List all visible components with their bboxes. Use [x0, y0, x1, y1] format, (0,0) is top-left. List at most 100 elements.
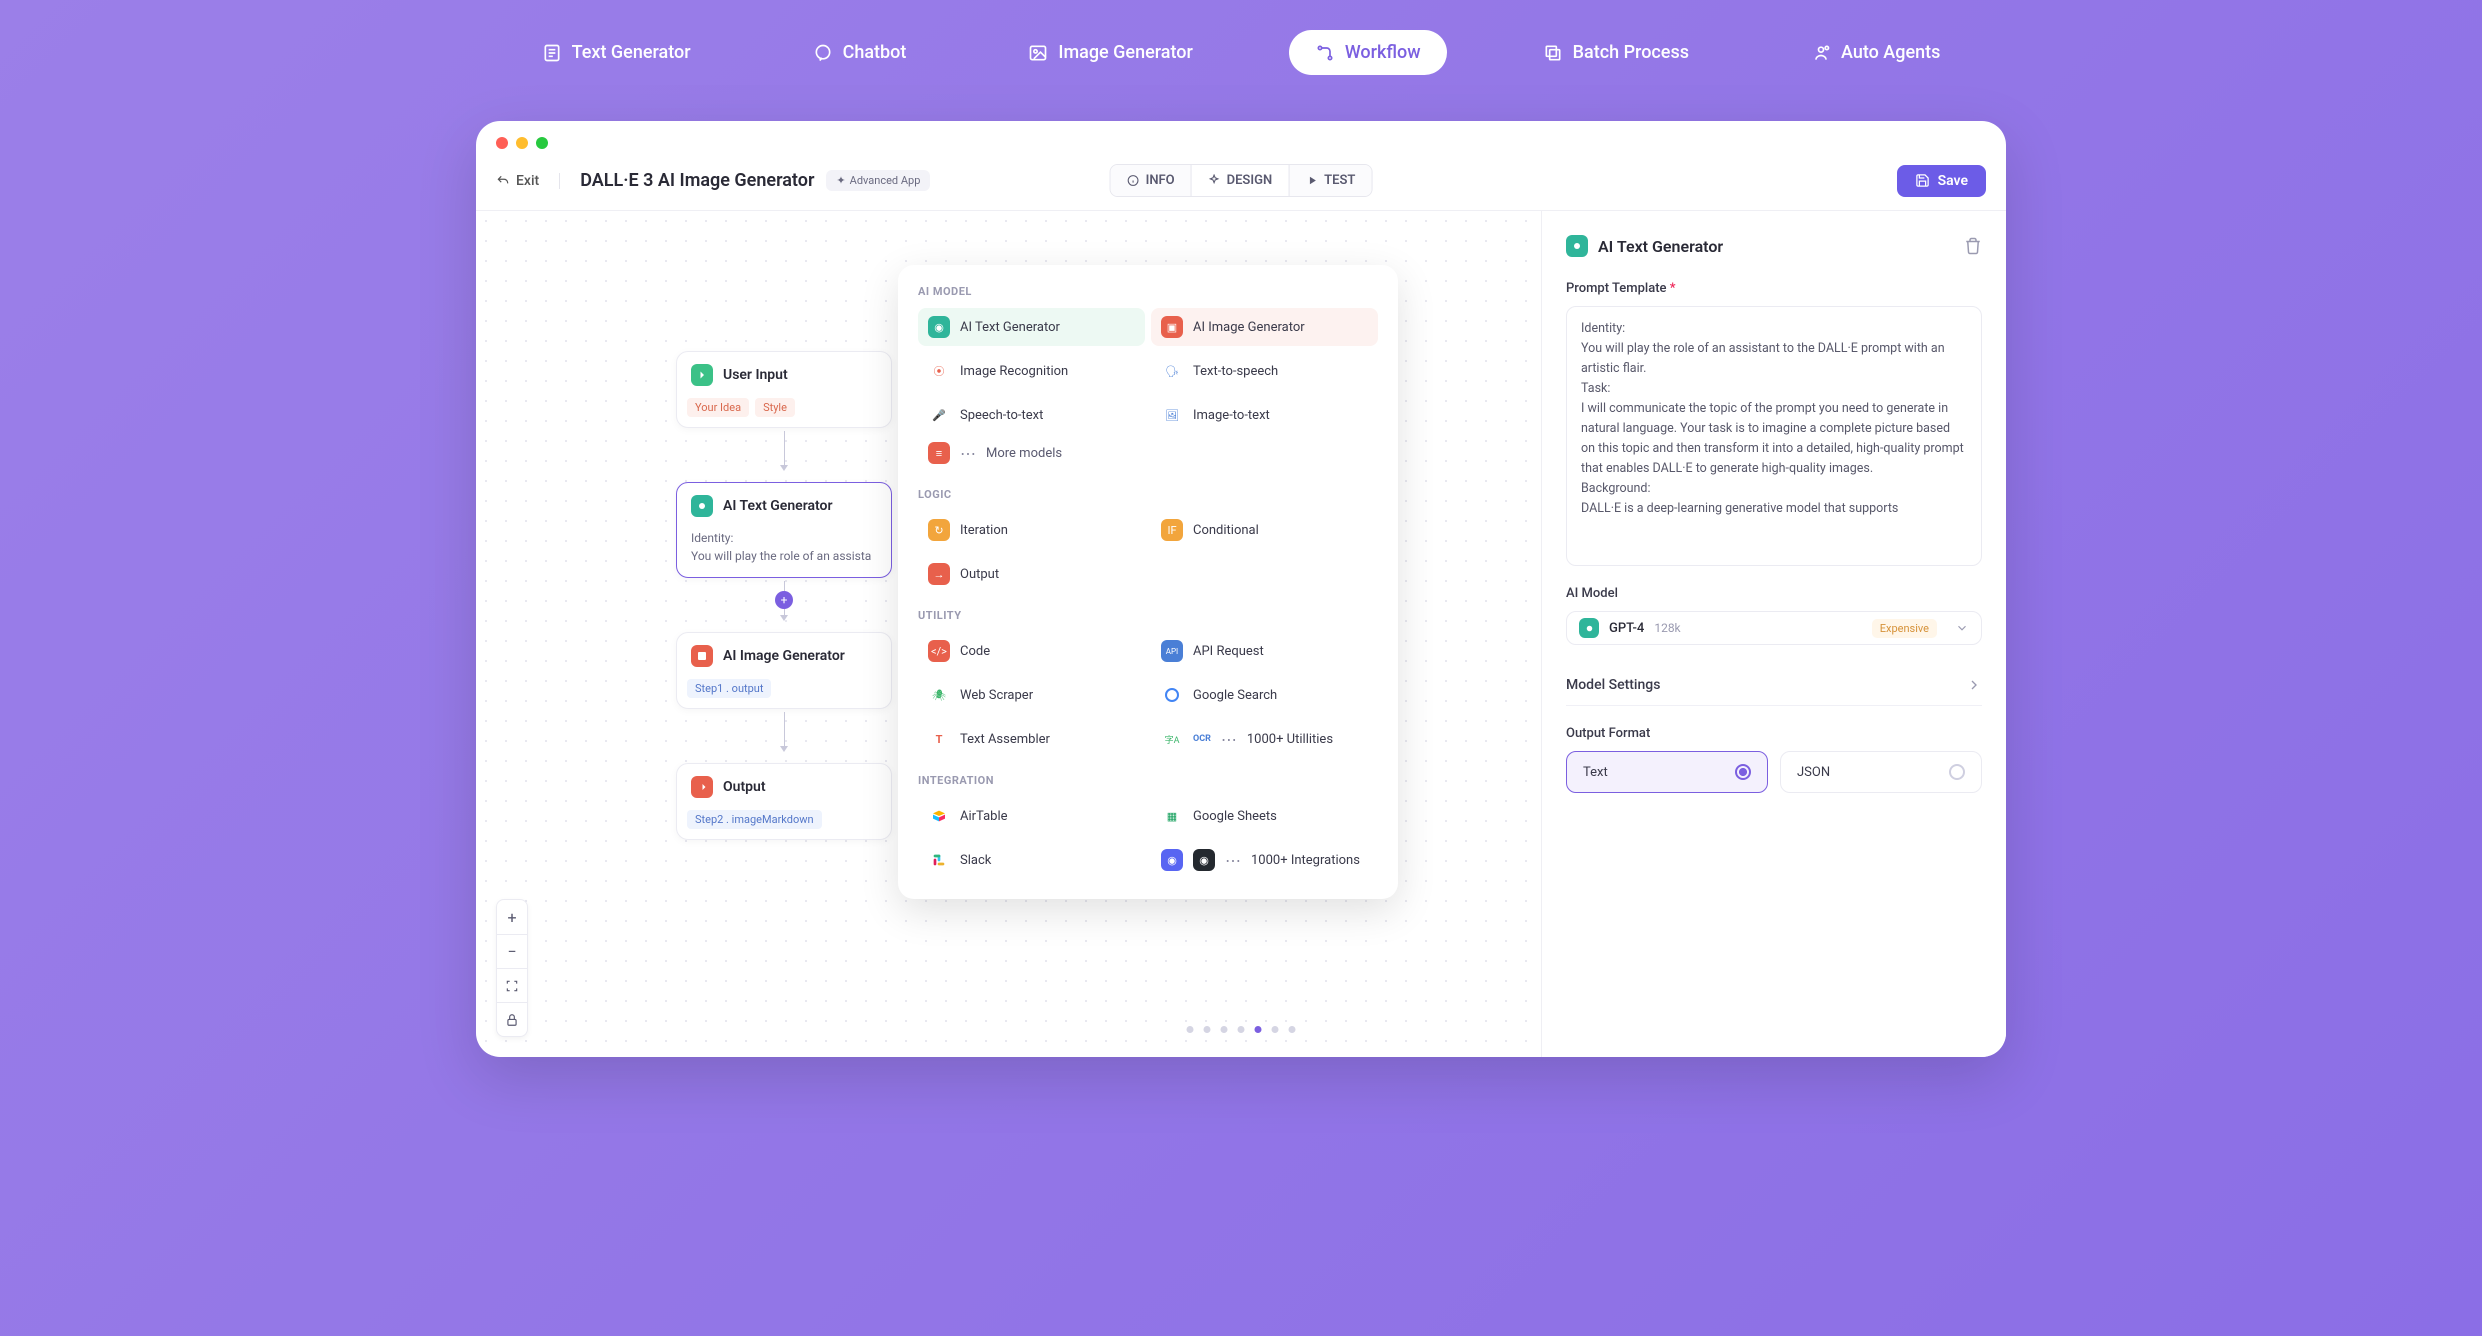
nav-label: Batch Process — [1573, 42, 1689, 63]
nav-workflow[interactable]: Workflow — [1289, 30, 1447, 75]
section-logic: LOGIC — [918, 488, 1378, 501]
fit-screen-button[interactable] — [497, 968, 527, 1002]
prompt-template-input[interactable]: Identity: You will play the role of an a… — [1566, 306, 1982, 566]
page-dot[interactable] — [1221, 1026, 1228, 1033]
page-dot[interactable] — [1289, 1026, 1296, 1033]
tab-info[interactable]: INFO — [1111, 165, 1191, 196]
undo-icon — [496, 174, 510, 188]
image-gen-icon: ▣ — [1161, 316, 1183, 338]
palette-ai-image-generator[interactable]: ▣ AI Image Generator — [1151, 308, 1378, 346]
workspace[interactable]: User Input Your Idea Style AI Text Gener… — [476, 211, 2006, 1057]
minimize-dot[interactable] — [516, 137, 528, 149]
page-dot[interactable] — [1238, 1026, 1245, 1033]
github-icon: ◉ — [1193, 849, 1215, 871]
maximize-dot[interactable] — [536, 137, 548, 149]
conditional-icon: IF — [1161, 519, 1183, 541]
lock-button[interactable] — [497, 1002, 527, 1036]
api-icon: API — [1161, 640, 1183, 662]
node-user-input[interactable]: User Input Your Idea Style — [676, 351, 892, 428]
palette-output[interactable]: → Output — [918, 555, 1145, 593]
top-nav: Text Generator Chatbot Image Generator W… — [0, 30, 2482, 75]
palette-google-sheets[interactable]: ▦ Google Sheets — [1151, 797, 1378, 835]
stt-icon: 🎤 — [928, 404, 950, 426]
palette-image-to-text[interactable]: 🖼 Image-to-text — [1151, 396, 1378, 434]
app-window: Exit DALL·E 3 AI Image Generator ✦ Advan… — [476, 121, 2006, 1057]
page-dot[interactable] — [1187, 1026, 1194, 1033]
tag: Style — [755, 398, 795, 417]
palette-ai-text-generator[interactable]: ◉ AI Text Generator — [918, 308, 1145, 346]
output-format-text[interactable]: Text — [1566, 751, 1768, 793]
view-tabs: INFO DESIGN TEST — [1110, 164, 1373, 197]
page-dot[interactable] — [1204, 1026, 1211, 1033]
delete-button[interactable] — [1964, 237, 1982, 255]
exit-button[interactable]: Exit — [496, 173, 560, 189]
model-meta: 128k — [1654, 621, 1680, 635]
nav-batch-process[interactable]: Batch Process — [1517, 30, 1715, 75]
section-utility: UTILITY — [918, 609, 1378, 622]
palette-more-utilities[interactable]: 字A OCR ⋯ 1000+ Utillities — [1151, 720, 1378, 758]
save-button[interactable]: Save — [1897, 165, 1986, 197]
output-format-json[interactable]: JSON — [1780, 751, 1982, 793]
nav-image-generator[interactable]: Image Generator — [1002, 30, 1218, 75]
nav-chatbot[interactable]: Chatbot — [787, 30, 933, 75]
node-image-generator[interactable]: AI Image Generator Step1 . output — [676, 632, 892, 709]
palette-more-integrations[interactable]: ◉ ◉ ⋯ 1000+ Integrations — [1151, 841, 1378, 879]
nav-text-generator[interactable]: Text Generator — [516, 30, 717, 75]
add-node-button[interactable]: + — [775, 591, 793, 609]
side-panel: AI Text Generator Prompt Template * Iden… — [1541, 211, 2006, 1057]
nav-label: Text Generator — [572, 42, 691, 63]
page-dot-active[interactable] — [1255, 1026, 1262, 1033]
nav-auto-agents[interactable]: Auto Agents — [1785, 30, 1966, 75]
exit-label: Exit — [516, 173, 539, 189]
app-header: Exit DALL·E 3 AI Image Generator ✦ Advan… — [476, 151, 2006, 211]
node-output[interactable]: Output Step2 . imageMarkdown — [676, 763, 892, 840]
page-dot[interactable] — [1272, 1026, 1279, 1033]
palette-airtable[interactable]: AirTable — [918, 797, 1145, 835]
section-ai-model: AI MODEL — [918, 285, 1378, 298]
radio-unselected — [1949, 764, 1965, 780]
ai-model-select[interactable]: GPT-4 128k Expensive — [1566, 611, 1982, 645]
chevron-down-icon — [1955, 621, 1969, 635]
tab-design[interactable]: DESIGN — [1191, 165, 1289, 196]
tab-test[interactable]: TEST — [1288, 165, 1371, 196]
palette-iteration[interactable]: ↻ Iteration — [918, 511, 1145, 549]
node-text-generator[interactable]: AI Text Generator Identity: You will pla… — [676, 482, 892, 578]
palette-slack[interactable]: Slack — [918, 841, 1145, 879]
openai-icon — [1579, 618, 1599, 638]
iteration-icon: ↻ — [928, 519, 950, 541]
node-title: AI Text Generator — [723, 498, 833, 514]
palette-image-recognition[interactable]: ⦿ Image Recognition — [918, 352, 1145, 390]
palette-text-assembler[interactable]: T Text Assembler — [918, 720, 1145, 758]
node-palette: AI MODEL ◉ AI Text Generator ▣ AI Image … — [898, 265, 1398, 899]
palette-api-request[interactable]: API API Request — [1151, 632, 1378, 670]
translate-icon: 字A — [1161, 728, 1183, 750]
scraper-icon: 🕷 — [928, 684, 950, 706]
model-settings-row[interactable]: Model Settings — [1566, 665, 1982, 706]
palette-speech-to-text[interactable]: 🎤 Speech-to-text — [918, 396, 1145, 434]
design-icon — [1208, 174, 1221, 187]
section-integration: INTEGRATION — [918, 774, 1378, 787]
canvas: User Input Your Idea Style AI Text Gener… — [676, 351, 892, 894]
side-panel-title: AI Text Generator — [1598, 237, 1723, 256]
zoom-controls: + − — [496, 899, 528, 1037]
node-title: User Input — [723, 367, 788, 383]
palette-web-scraper[interactable]: 🕷 Web Scraper — [918, 676, 1145, 714]
palette-conditional[interactable]: IF Conditional — [1151, 511, 1378, 549]
sparkle-icon: ✦ — [836, 174, 845, 187]
itt-icon: 🖼 — [1161, 404, 1183, 426]
nav-label: Workflow — [1345, 42, 1421, 63]
batch-icon — [1543, 43, 1563, 63]
window-traffic-lights — [496, 137, 548, 149]
output-icon — [691, 776, 713, 798]
palette-code[interactable]: </> Code — [918, 632, 1145, 670]
zoom-out-button[interactable]: − — [497, 934, 527, 968]
info-icon — [1127, 174, 1140, 187]
palette-more-models[interactable]: ≡ ⋯ More models — [918, 434, 1378, 472]
palette-google-search[interactable]: Google Search — [1151, 676, 1378, 714]
recognition-icon: ⦿ — [928, 360, 950, 382]
palette-text-to-speech[interactable]: 🗣 Text-to-speech — [1151, 352, 1378, 390]
zoom-in-button[interactable]: + — [497, 900, 527, 934]
nav-label: Image Generator — [1058, 42, 1192, 63]
close-dot[interactable] — [496, 137, 508, 149]
openai-icon — [691, 495, 713, 517]
